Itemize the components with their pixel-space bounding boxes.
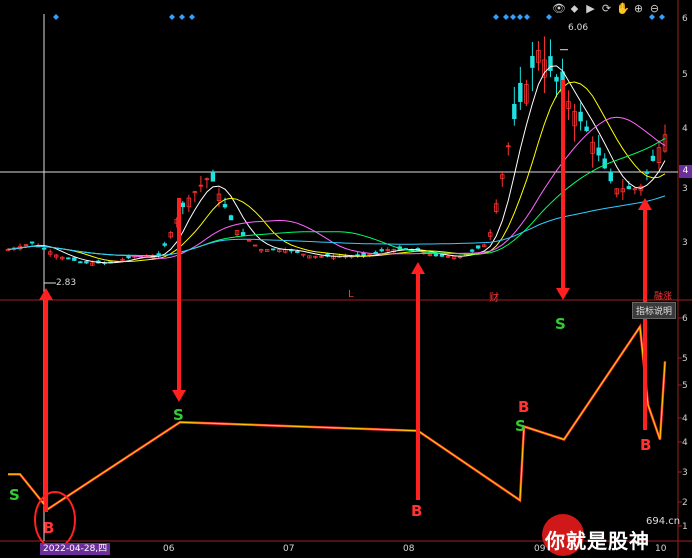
candle-body bbox=[240, 232, 246, 236]
buy-signal: B bbox=[43, 519, 55, 537]
zigzag-indicator-line bbox=[8, 325, 666, 510]
sell-signal: S bbox=[515, 417, 526, 435]
low-price-label: 2.83 bbox=[56, 278, 77, 288]
buy-signal: B bbox=[640, 436, 652, 454]
price-axis-label: 3 bbox=[682, 238, 688, 248]
high-price-label: 6.06 bbox=[568, 23, 589, 33]
candle-body bbox=[584, 126, 589, 132]
month-label: 10 bbox=[655, 544, 667, 554]
candle-body bbox=[373, 251, 378, 254]
event-diamond-icon bbox=[53, 14, 59, 20]
event-marker[interactable]: 融涨 bbox=[654, 289, 672, 302]
candle-body bbox=[650, 155, 656, 161]
watermark-url: 694.cn bbox=[646, 516, 681, 527]
candle-body bbox=[469, 249, 475, 252]
candle-body bbox=[530, 56, 535, 68]
price-axis-label: 3 bbox=[682, 184, 688, 194]
candle-body bbox=[180, 202, 185, 208]
event-diamond-icon bbox=[649, 14, 655, 20]
moving-average-line bbox=[7, 195, 666, 257]
candle-body bbox=[433, 253, 439, 257]
indicator-axis-label: 4 bbox=[682, 438, 688, 448]
indicator-axis-label: 2 bbox=[682, 498, 688, 508]
indicator-explanation-button[interactable]: 指标说明 bbox=[632, 302, 677, 319]
annotation-arrow-head bbox=[556, 288, 570, 300]
month-label: 08 bbox=[403, 544, 415, 554]
event-diamond-icon bbox=[546, 14, 552, 20]
event-diamond-icon bbox=[659, 14, 665, 20]
current-price-marker: 4 bbox=[679, 165, 692, 178]
indicator-axis-label: 6 bbox=[682, 314, 688, 324]
candle-body bbox=[626, 186, 632, 190]
event-diamond-icon bbox=[517, 14, 523, 20]
event-diamond-icon bbox=[510, 14, 516, 20]
month-label: 07 bbox=[283, 544, 295, 554]
candle-body bbox=[596, 147, 601, 156]
candle-body bbox=[361, 252, 366, 257]
sell-signal: S bbox=[9, 486, 20, 504]
candle-body bbox=[72, 257, 77, 261]
event-diamond-icon bbox=[503, 14, 509, 20]
candle-body bbox=[84, 261, 89, 264]
candle-body bbox=[162, 243, 167, 246]
chart-canvas[interactable] bbox=[0, 0, 692, 558]
candle-body bbox=[78, 261, 83, 264]
zigzag-indicator-line bbox=[8, 323, 667, 511]
candle-body bbox=[228, 215, 234, 221]
candle-body bbox=[41, 247, 47, 250]
candle-body bbox=[578, 111, 583, 122]
moving-average-line bbox=[7, 137, 666, 257]
price-axis-label: 4 bbox=[682, 124, 688, 134]
moving-average-line bbox=[7, 116, 666, 259]
price-axis-label: 5 bbox=[682, 70, 688, 80]
event-diamond-icon bbox=[179, 14, 185, 20]
candle-body bbox=[210, 172, 216, 182]
price-axis-label: 6 bbox=[682, 14, 688, 24]
annotation-arrow-head bbox=[172, 390, 186, 402]
indicator-axis-label: 4 bbox=[682, 414, 688, 424]
candle-body bbox=[554, 76, 559, 82]
stock-chart-window: { "toolbar": { "icons": ["eye-icon","dou… bbox=[0, 0, 692, 558]
annotation-arrow-head bbox=[638, 198, 652, 210]
candle-body bbox=[271, 248, 276, 251]
event-diamond-icon bbox=[524, 14, 530, 20]
sell-signal: S bbox=[173, 406, 184, 424]
indicator-axis-label: 5 bbox=[682, 354, 688, 364]
candle-body bbox=[295, 250, 300, 253]
indicator-axis-label: 1 bbox=[682, 522, 688, 532]
event-diamond-icon bbox=[493, 14, 499, 20]
watermark-text: 你就是股神 bbox=[545, 529, 650, 553]
annotation-arrow-head bbox=[39, 288, 53, 300]
crosshair-date-label: 2022-04-28,四 bbox=[40, 543, 111, 555]
candle-body bbox=[439, 254, 445, 257]
annotation-arrow-head bbox=[411, 262, 425, 274]
buy-signal: B bbox=[411, 502, 423, 520]
month-label: 09 bbox=[534, 544, 546, 554]
indicator-axis-label: 3 bbox=[682, 468, 688, 478]
candle-body bbox=[518, 82, 523, 102]
buy-signal: B bbox=[518, 398, 530, 416]
candle-body bbox=[222, 204, 228, 208]
moving-average-line bbox=[7, 65, 666, 264]
candle-body bbox=[29, 241, 35, 244]
event-marker[interactable]: L bbox=[348, 289, 354, 300]
event-marker[interactable]: 财 bbox=[489, 289, 499, 304]
candle-body bbox=[602, 158, 607, 169]
candle-body bbox=[475, 245, 481, 249]
event-diamond-icon bbox=[169, 14, 175, 20]
sell-signal: S bbox=[555, 315, 566, 333]
candle-body bbox=[379, 249, 384, 252]
month-label: 06 bbox=[163, 544, 175, 554]
candle-body bbox=[512, 103, 517, 120]
event-diamond-icon bbox=[189, 14, 195, 20]
candle-body bbox=[66, 257, 71, 260]
candle-body bbox=[608, 171, 613, 182]
indicator-axis-label: 5 bbox=[682, 381, 688, 391]
highlight-circle bbox=[34, 491, 76, 549]
candle-body bbox=[644, 171, 650, 174]
